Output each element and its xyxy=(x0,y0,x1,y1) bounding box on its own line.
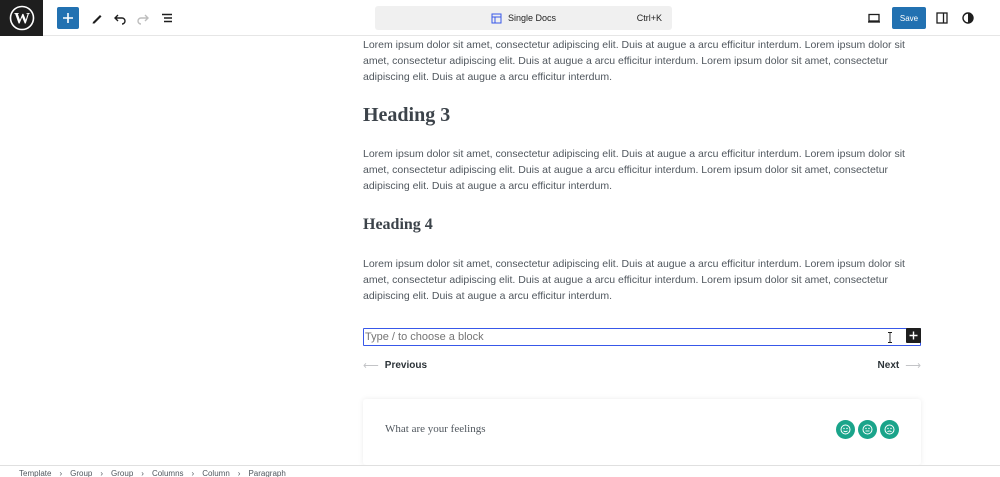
next-label: Next xyxy=(877,359,900,371)
previous-label: Previous xyxy=(384,359,428,371)
block-inserter-toggle[interactable] xyxy=(57,7,79,29)
command-shortcut: Ctrl+K xyxy=(636,13,662,23)
feedback-box: What are your feelings xyxy=(363,399,921,465)
svg-text:W: W xyxy=(14,11,30,28)
paragraph-block[interactable]: Lorem ipsum dolor sit amet, consectetur … xyxy=(363,146,921,194)
undo-icon xyxy=(114,14,126,25)
breadcrumb-item-group-inner[interactable]: Group xyxy=(111,469,133,477)
plus-icon xyxy=(909,331,918,340)
document-overview-button[interactable] xyxy=(156,7,178,29)
wordpress-logo: W xyxy=(9,5,34,31)
breadcrumb: Template › Group › Group › Columns › Col… xyxy=(19,469,286,477)
smile-icon xyxy=(884,424,895,435)
list-view-icon xyxy=(162,13,172,23)
arrow-left-icon: ⟵ xyxy=(363,359,379,372)
text-cursor-icon xyxy=(888,332,892,343)
editor-toolbar: W Single Docs Ctrl+K Save xyxy=(0,0,1000,36)
breadcrumb-item-column[interactable]: Column xyxy=(202,469,230,477)
editor-canvas: Lorem ipsum dolor sit amet, consectetur … xyxy=(0,37,1000,465)
settings-sidebar-button[interactable] xyxy=(931,7,953,29)
arrow-right-icon: ⟶ xyxy=(905,359,921,372)
redo-button[interactable] xyxy=(132,7,154,29)
chevron-right-icon: › xyxy=(100,469,104,477)
redo-icon xyxy=(137,14,149,25)
chevron-right-icon: › xyxy=(59,469,63,477)
feeling-buttons xyxy=(836,420,899,439)
heading-4-block[interactable]: Heading 4 xyxy=(363,216,433,234)
contrast-icon xyxy=(962,12,974,24)
editor-app: W Single Docs Ctrl+K Save Lorem ipsum do… xyxy=(0,0,1000,477)
previous-post-link[interactable]: ⟵ Previous xyxy=(363,358,427,372)
breadcrumb-item-template[interactable]: Template xyxy=(19,469,51,477)
paragraph-block[interactable]: Lorem ipsum dolor sit amet, consectetur … xyxy=(363,256,921,304)
sidebar-icon xyxy=(936,12,948,24)
chevron-right-icon: › xyxy=(141,469,144,477)
smile-icon xyxy=(862,424,873,435)
undo-button[interactable] xyxy=(109,7,131,29)
feeling-button-2[interactable] xyxy=(858,420,877,439)
breadcrumb-item-group[interactable]: Group xyxy=(70,469,92,477)
tools-button[interactable] xyxy=(86,7,108,29)
empty-paragraph-block[interactable] xyxy=(363,328,921,346)
pencil-icon xyxy=(92,15,102,24)
paragraph-block[interactable]: Lorem ipsum dolor sit amet, consectetur … xyxy=(363,37,921,85)
smile-icon xyxy=(840,424,851,435)
document-icon xyxy=(491,13,502,23)
feeling-button-3[interactable] xyxy=(880,420,899,439)
preview-button[interactable] xyxy=(863,7,885,29)
breadcrumb-item-columns[interactable]: Columns xyxy=(152,469,184,477)
styles-button[interactable] xyxy=(957,7,979,29)
chevron-right-icon: › xyxy=(191,469,195,477)
chevron-right-icon: › xyxy=(237,469,241,477)
feedback-title: What are your feelings xyxy=(385,423,486,435)
feeling-button-1[interactable] xyxy=(836,420,855,439)
plus-icon xyxy=(63,13,73,23)
command-title: Single Docs xyxy=(375,6,672,30)
wordpress-logo-button[interactable]: W xyxy=(0,0,43,36)
save-button[interactable]: Save xyxy=(892,7,926,29)
block-breadcrumb-bar: Template › Group › Group › Columns › Col… xyxy=(0,465,1000,477)
desktop-icon xyxy=(868,13,880,23)
command-title-text: Single Docs xyxy=(507,13,557,23)
breadcrumb-item-paragraph[interactable]: Paragraph xyxy=(248,469,285,477)
heading-3-block[interactable]: Heading 3 xyxy=(363,104,450,127)
next-post-link[interactable]: Next ⟶ xyxy=(878,358,921,372)
command-palette-bar[interactable]: Single Docs Ctrl+K xyxy=(375,6,672,30)
block-inserter-button[interactable] xyxy=(906,328,921,343)
